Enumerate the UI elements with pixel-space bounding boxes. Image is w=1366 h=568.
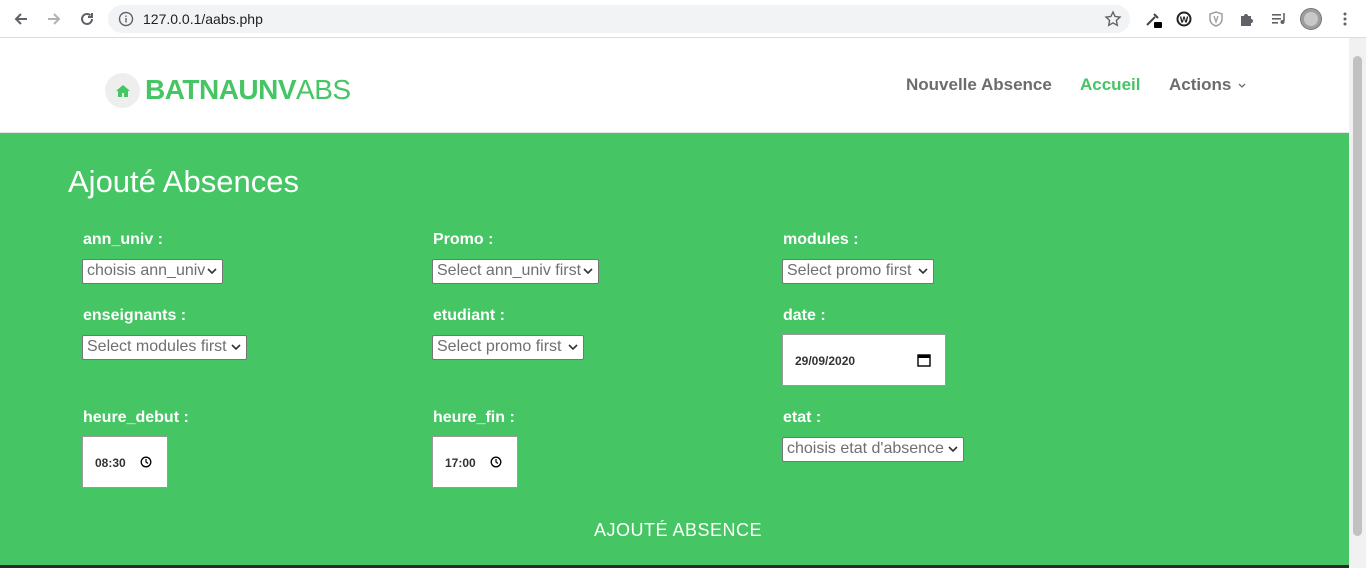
promo-select[interactable]: Select ann_univ first: [432, 259, 599, 284]
heure-fin-label: heure_fin :: [433, 409, 515, 426]
enseignants-select[interactable]: Select modules first: [82, 335, 247, 360]
site-logo[interactable]: BATNAUNVABS: [145, 74, 351, 106]
ann-univ-value: choisis ann_univ: [87, 262, 206, 279]
site-header: BATNAUNVABS Nouvelle Absence Accueil Act…: [0, 38, 1349, 133]
chevron-down-icon: [948, 446, 958, 453]
forward-icon[interactable]: [42, 7, 66, 31]
modules-value: Select promo first: [787, 262, 912, 279]
shield-extension-icon[interactable]: [1206, 9, 1226, 29]
chevron-down-icon: [918, 268, 928, 275]
modules-select[interactable]: Select promo first: [782, 259, 934, 284]
puzzle-extensions-icon[interactable]: [1237, 9, 1257, 29]
enseignants-value: Select modules first: [87, 338, 227, 355]
eyedropper-extension-icon[interactable]: [1143, 9, 1163, 29]
clock-icon[interactable]: [490, 456, 502, 468]
add-absence-form: Ajouté Absences ann_univ : choisis ann_u…: [0, 133, 1349, 565]
date-input[interactable]: 29/09/2020: [782, 334, 946, 386]
etudiant-select[interactable]: Select promo first: [432, 335, 584, 360]
info-icon[interactable]: [118, 11, 134, 27]
promo-label: Promo :: [433, 231, 494, 248]
reload-icon[interactable]: [75, 7, 99, 31]
calendar-icon[interactable]: [917, 353, 931, 367]
clock-icon[interactable]: [140, 456, 152, 468]
logo-bold-text: BATNAUNV: [145, 74, 297, 105]
logo-light-text: ABS: [296, 74, 351, 105]
home-icon[interactable]: [105, 73, 140, 108]
profile-avatar-icon[interactable]: [1300, 8, 1322, 30]
browser-toolbar: 127.0.0.1/aabs.php W: [0, 0, 1366, 38]
chevron-down-icon: [231, 344, 241, 351]
page-scrollbar[interactable]: [1349, 38, 1366, 568]
nav-accueil[interactable]: Accueil: [1080, 75, 1140, 95]
heure-debut-value: 08:30: [95, 456, 126, 470]
enseignants-label: enseignants :: [83, 307, 187, 324]
media-queue-icon[interactable]: [1269, 9, 1289, 29]
back-icon[interactable]: [9, 7, 33, 31]
etat-label: etat :: [783, 409, 822, 426]
svg-text:W: W: [1180, 16, 1189, 25]
page-title: Ajouté Absences: [68, 164, 299, 199]
date-label: date :: [783, 307, 826, 324]
wappalyzer-extension-icon[interactable]: W: [1174, 9, 1194, 29]
promo-value: Select ann_univ first: [437, 262, 582, 279]
bookmark-star-icon[interactable]: [1104, 10, 1122, 28]
chevron-down-icon: [1238, 83, 1246, 88]
browser-menu-icon[interactable]: [1335, 9, 1355, 29]
etat-select[interactable]: choisis etat d'absence: [782, 437, 964, 462]
chevron-down-icon: [207, 268, 217, 275]
chevron-down-icon: [583, 268, 593, 275]
submit-absence-button[interactable]: AJOUTÉ ABSENCE: [594, 520, 762, 541]
scrollbar-thumb[interactable]: [1353, 56, 1362, 536]
nav-nouvelle-absence[interactable]: Nouvelle Absence: [906, 75, 1052, 95]
heure-debut-input[interactable]: 08:30: [82, 436, 168, 488]
etudiant-value: Select promo first: [437, 338, 562, 355]
heure-fin-value: 17:00: [445, 456, 476, 470]
modules-label: modules :: [783, 231, 859, 248]
address-bar[interactable]: 127.0.0.1/aabs.php: [108, 5, 1130, 33]
heure-fin-input[interactable]: 17:00: [432, 436, 518, 488]
etudiant-label: etudiant :: [433, 307, 505, 324]
ann-univ-label: ann_univ :: [83, 231, 164, 248]
heure-debut-label: heure_debut :: [83, 409, 189, 426]
chevron-down-icon: [568, 344, 578, 351]
etat-value: choisis etat d'absence: [787, 440, 944, 457]
date-value: 29/09/2020: [795, 354, 856, 368]
nav-actions[interactable]: Actions: [1169, 75, 1246, 95]
url-text: 127.0.0.1/aabs.php: [143, 11, 263, 27]
nav-actions-label: Actions: [1169, 75, 1232, 94]
ann-univ-select[interactable]: choisis ann_univ: [82, 259, 223, 284]
